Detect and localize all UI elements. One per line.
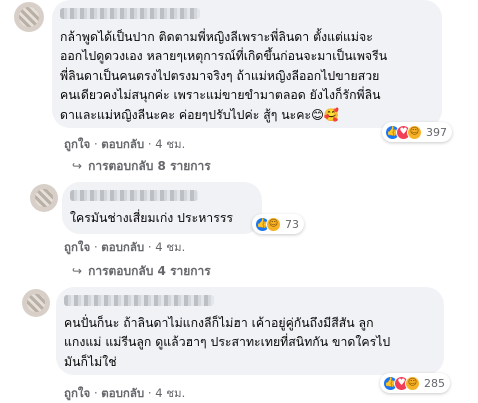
reply-link[interactable]: ตอบกลับ xyxy=(101,386,144,400)
timestamp[interactable]: 4 ชม. xyxy=(155,386,185,400)
view-replies-link[interactable]: ↪ การตอบกลับ 8 รายการ xyxy=(72,157,211,176)
separator: · xyxy=(93,240,98,254)
comment-line: คนปั่นก็นะ ถ้าลินดาไม่แกงลีก็ไม่ฮา เค้าอ… xyxy=(64,316,374,330)
separator: · xyxy=(147,240,152,254)
like-link[interactable]: ถูกใจ xyxy=(64,137,90,151)
comment-bubble: คนปั่นก็นะ ถ้าลินดาไม่แกงลีก็ไม่ฮา เค้าอ… xyxy=(56,287,444,375)
reaction-count: 285 xyxy=(424,376,445,390)
replies-label: การตอบกลับ 4 รายการ xyxy=(88,264,211,278)
reaction-summary[interactable]: 👍 ♥ ☺ 285 xyxy=(380,373,450,393)
haha-reaction-icon: ☺ xyxy=(407,124,422,140)
reaction-count: 73 xyxy=(285,217,299,231)
haha-reaction-icon: ☺ xyxy=(405,375,420,391)
like-link[interactable]: ถูกใจ xyxy=(64,240,90,254)
timestamp[interactable]: 4 ชม. xyxy=(155,240,185,254)
reply-arrow-icon: ↪ xyxy=(72,264,83,278)
replies-label: การตอบกลับ 8 รายการ xyxy=(88,159,211,173)
comment-line: คนเดียวคงไม่สนุกค่ะ เพราะแม่ขายขำมาตลอด … xyxy=(60,88,381,103)
separator: · xyxy=(147,137,152,151)
timestamp[interactable]: 4 ชม. xyxy=(155,137,185,151)
haha-reaction-icon: ☺ xyxy=(266,216,281,232)
separator: · xyxy=(93,386,98,400)
reply-link[interactable]: ตอบกลับ xyxy=(101,137,144,151)
comment-line: ดาและแม่หญิงลีนะคะ ค่อยๆปรับไปค่ะ สู้ๆ น… xyxy=(60,107,340,122)
reaction-summary[interactable]: 👍 ☺ 73 xyxy=(252,214,304,234)
comment-actions: ถูกใจ · ตอบกลับ · 4 ชม. xyxy=(64,136,185,154)
comment-text: คนปั่นก็นะ ถ้าลินดาไม่แกงลีก็ไม่ฮา เค้าอ… xyxy=(64,314,390,372)
avatar[interactable] xyxy=(14,2,44,32)
avatar[interactable] xyxy=(30,184,58,212)
reply-link[interactable]: ตอบกลับ xyxy=(101,240,144,254)
comment-actions: ถูกใจ · ตอบกลับ · 4 ชม. xyxy=(64,239,185,257)
separator: · xyxy=(147,386,152,400)
comment-bubble: กล้าพูดได้เป็นปาก ติดตามพี่หญิงลีเพราะพี… xyxy=(52,0,442,128)
comment-line: พี่ลินดาเป็นคนตรงไปตรงมาจริงๆ ถ้าแม่หญิง… xyxy=(60,68,380,83)
separator: · xyxy=(93,137,98,151)
comment-bubble: ใครมันช่างเสี่ยมเก่ง ประหารรร xyxy=(62,182,262,234)
reaction-count: 397 xyxy=(426,125,447,139)
comment-line: มันก็ไม่ใช่ xyxy=(64,354,117,369)
avatar[interactable] xyxy=(22,289,50,317)
author-name-blurred[interactable] xyxy=(64,295,214,306)
comment-line: กล้าพูดได้เป็นปาก ติดตามพี่หญิงลีเพราะพี… xyxy=(60,30,373,44)
comment-line: แกงแม่ แม่รีนลูก ดูแล้วฮาๆ ประสาทะเทยที่… xyxy=(64,335,391,350)
view-replies-link[interactable]: ↪ การตอบกลับ 4 รายการ xyxy=(72,262,211,281)
comment-text: ใครมันช่างเสี่ยมเก่ง ประหารรร xyxy=(70,209,233,228)
comment-line: ใครมันช่างเสี่ยมเก่ง ประหารรร xyxy=(70,211,234,225)
author-name-blurred[interactable] xyxy=(60,8,200,19)
author-name-blurred[interactable] xyxy=(70,190,198,201)
comment-line: ออกไปดูดวงเอง หลายๆเหตุการณ์ที่เกิดขึ้นก… xyxy=(60,49,388,64)
comment-actions: ถูกใจ · ตอบกลับ · 4 ชม. xyxy=(64,385,185,403)
comment-text: กล้าพูดได้เป็นปาก ติดตามพี่หญิงลีเพราะพี… xyxy=(60,28,387,125)
like-link[interactable]: ถูกใจ xyxy=(64,386,90,400)
reply-arrow-icon: ↪ xyxy=(72,159,83,173)
reaction-summary[interactable]: 👍 ♥ ☺ 397 xyxy=(382,122,452,142)
